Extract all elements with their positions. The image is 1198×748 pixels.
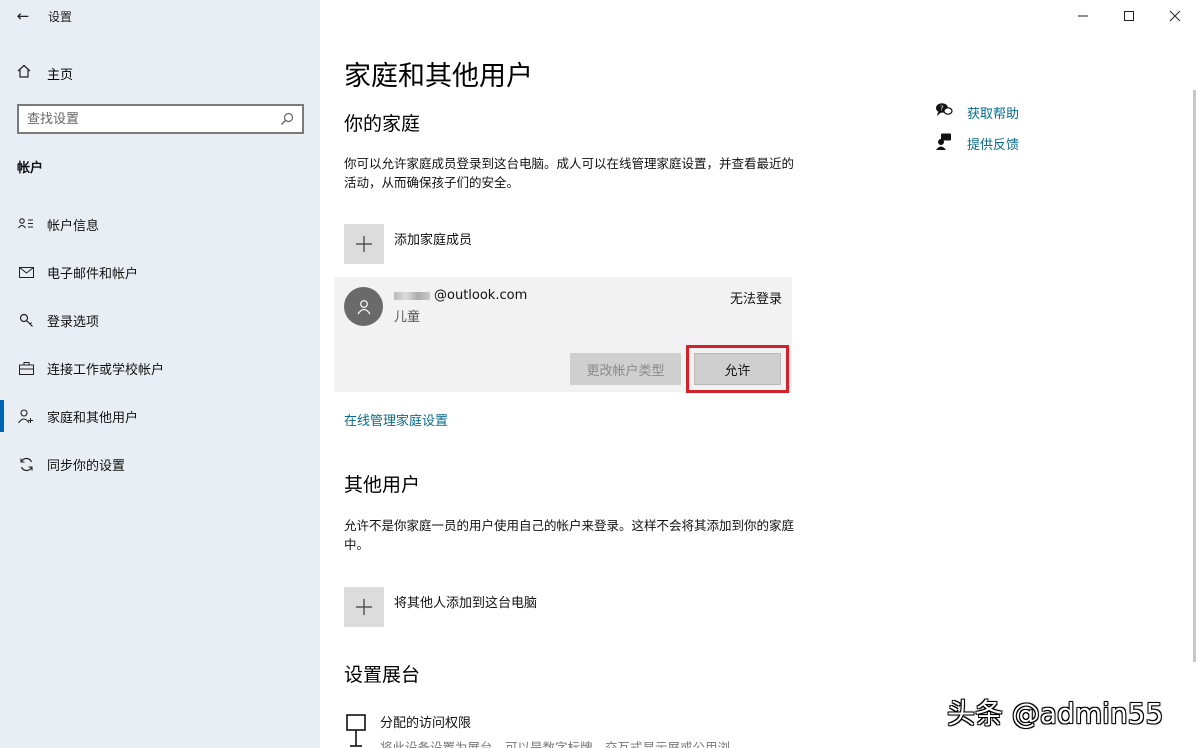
sidebar-item-label: 登录选项	[47, 314, 100, 330]
member-role: 儿童	[394, 310, 421, 325]
sidebar: ← 设置 主页 帐户 帐户信息 电子邮件和帐户	[0, 0, 320, 748]
sidebar-item-label: 家庭和其他用户	[47, 410, 139, 426]
minimize-icon	[1078, 15, 1088, 17]
mail-icon	[17, 266, 35, 278]
home-label: 主页	[47, 67, 74, 83]
maximize-icon	[1124, 11, 1134, 21]
key-icon	[17, 313, 35, 328]
briefcase-icon	[17, 361, 35, 375]
sidebar-item-sign-in-options[interactable]: 登录选项	[0, 296, 320, 344]
highlight-box: 允许	[686, 345, 789, 393]
search-input[interactable]	[27, 111, 280, 127]
kiosk-heading: 设置展台	[344, 664, 421, 686]
feedback-link[interactable]: 提供反馈	[934, 133, 1019, 154]
sync-icon	[17, 457, 35, 472]
assigned-access-title: 分配的访问权限	[380, 716, 472, 731]
account-info-icon	[17, 218, 35, 230]
other-users-description: 允许不是你家庭一员的用户使用自己的帐户来登录。这样不会将其添加到你的家庭中。	[344, 518, 795, 552]
section-label-accounts: 帐户	[17, 161, 44, 176]
svg-text:?: ?	[940, 105, 944, 113]
app-title: 设置	[48, 9, 73, 24]
close-button[interactable]	[1152, 0, 1198, 32]
family-heading: 你的家庭	[344, 113, 421, 135]
add-family-member-button[interactable]: 添加家庭成员	[344, 224, 472, 264]
sidebar-item-sync[interactable]: 同步你的设置	[0, 440, 320, 488]
title-bar: ← 设置	[0, 0, 320, 32]
avatar	[344, 287, 383, 326]
change-account-type-button[interactable]: 更改帐户类型	[570, 353, 681, 385]
get-help-label: 获取帮助	[967, 106, 1020, 122]
back-arrow-icon: ←	[16, 7, 30, 25]
sidebar-item-home[interactable]: 主页	[0, 58, 320, 88]
page-title: 家庭和其他用户	[344, 61, 533, 92]
person-add-icon	[17, 408, 35, 424]
sidebar-item-label: 电子邮件和帐户	[47, 266, 139, 282]
search-box[interactable]	[17, 104, 304, 134]
assigned-access-description: 将此设备设置为展台 - 可以是数字标牌、交互式显示屏或公用浏	[380, 740, 730, 748]
sidebar-nav: 帐户信息 电子邮件和帐户 登录选项 连接工作或学校帐户 家庭和其他用户 同步你的…	[0, 200, 320, 488]
feedback-label: 提供反馈	[967, 138, 1020, 153]
plus-icon	[344, 587, 384, 627]
sidebar-item-work-school[interactable]: 连接工作或学校帐户	[0, 344, 320, 392]
other-users-heading: 其他用户	[344, 474, 421, 496]
feedback-icon	[934, 133, 954, 154]
sidebar-item-account-info[interactable]: 帐户信息	[0, 200, 320, 248]
add-other-user-label: 将其他人添加到这台电脑	[394, 596, 538, 611]
sidebar-item-label: 连接工作或学校帐户	[47, 362, 165, 378]
sidebar-item-label: 同步你的设置	[47, 458, 126, 474]
family-description: 你可以允许家庭成员登录到这台电脑。成人可以在线管理家庭设置，并查看最近的活动，从…	[344, 156, 795, 190]
search-icon[interactable]	[280, 112, 294, 126]
kiosk-icon	[344, 712, 380, 748]
watermark: 头条 @admin55	[947, 697, 1164, 730]
chat-help-icon: ?	[934, 102, 954, 122]
member-status: 无法登录	[729, 292, 782, 307]
close-icon	[1169, 10, 1181, 22]
redacted-name	[394, 291, 430, 300]
member-email: @outlook.com	[394, 288, 527, 303]
manage-family-online-link[interactable]: 在线管理家庭设置	[344, 410, 448, 429]
get-help-link[interactable]: ? 获取帮助	[934, 102, 1019, 122]
add-other-user-button[interactable]: 将其他人添加到这台电脑	[344, 587, 537, 627]
maximize-button[interactable]	[1106, 0, 1152, 32]
person-icon	[357, 299, 370, 314]
sidebar-item-label: 帐户信息	[47, 218, 100, 234]
assigned-access-item[interactable]: 分配的访问权限 将此设备设置为展台 - 可以是数字标牌、交互式显示屏或公用浏	[344, 712, 730, 748]
back-button[interactable]: ←	[0, 0, 46, 32]
sidebar-item-family-other-users[interactable]: 家庭和其他用户	[0, 392, 320, 440]
plus-icon	[344, 224, 384, 264]
family-member-card[interactable]: @outlook.com 儿童 无法登录 更改帐户类型 允许	[334, 277, 792, 393]
scrollbar[interactable]	[1193, 90, 1196, 662]
sidebar-item-email-accounts[interactable]: 电子邮件和帐户	[0, 248, 320, 296]
add-family-member-label: 添加家庭成员	[394, 233, 473, 248]
allow-button[interactable]: 允许	[694, 353, 781, 385]
minimize-button[interactable]	[1060, 0, 1106, 32]
window-controls	[1060, 0, 1198, 32]
home-icon	[17, 64, 33, 82]
